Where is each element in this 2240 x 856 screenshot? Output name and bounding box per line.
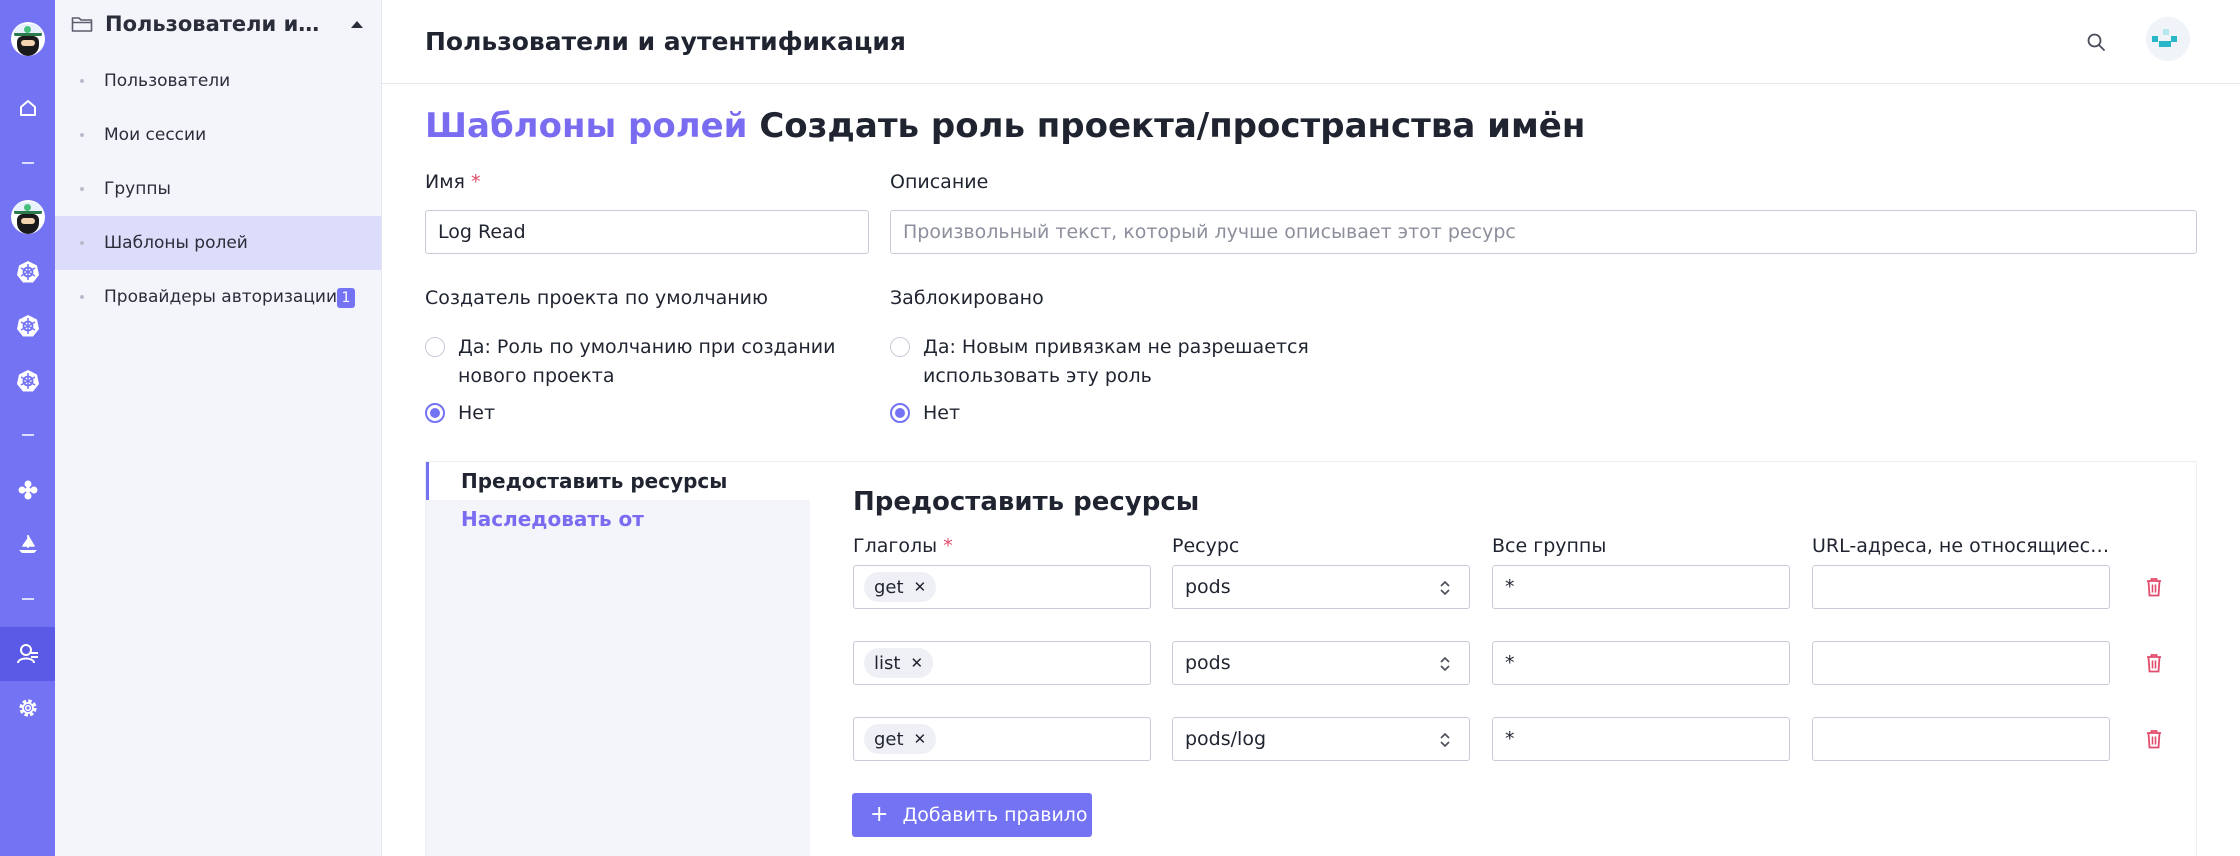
- icon-rail: [0, 0, 55, 856]
- sidebar-item-role-templates[interactable]: Шаблоны ролей: [55, 216, 381, 270]
- remove-tag-icon[interactable]: ✕: [910, 654, 923, 672]
- trash-icon[interactable]: [2141, 726, 2167, 752]
- verb-tag: get ✕: [864, 724, 937, 754]
- kubernetes-cluster-icon[interactable]: [0, 299, 55, 353]
- global-settings-icon[interactable]: [0, 681, 55, 735]
- side-nav-group-header[interactable]: Пользователи и аутентификация: [55, 0, 381, 48]
- bullet-icon: [80, 241, 84, 245]
- tab-inherit-from[interactable]: Наследовать от: [426, 500, 810, 538]
- api-group-input[interactable]: *: [1492, 717, 1790, 761]
- page-title: Шаблоны ролей Создать роль проекта/прост…: [425, 106, 1585, 146]
- description-input[interactable]: [890, 210, 2197, 254]
- folder-icon: [71, 17, 93, 32]
- radio-circle: [425, 337, 445, 357]
- extensions-icon[interactable]: [0, 463, 55, 517]
- kubernetes-cluster-icon[interactable]: [0, 354, 55, 408]
- select-arrows-icon: [1440, 656, 1450, 672]
- project-creator-default-label: Создатель проекта по умолчанию: [425, 287, 769, 309]
- kubernetes-cluster-icon[interactable]: [0, 245, 55, 299]
- project-creator-yes-radio[interactable]: Да: Роль по умолчанию при создании новог…: [425, 333, 845, 391]
- sidebar-item-my-sessions[interactable]: Мои сессии: [55, 108, 381, 162]
- add-rule-button[interactable]: + Добавить правило: [852, 793, 1092, 837]
- caret-up-icon: [351, 20, 363, 28]
- bullet-icon: [80, 295, 84, 299]
- locked-yes-radio[interactable]: Да: Новым привязкам не разрешается испол…: [890, 333, 1310, 391]
- user-avatar[interactable]: [2146, 17, 2190, 61]
- column-header-verbs: Глаголы *: [853, 535, 953, 557]
- project-creator-no-radio[interactable]: Нет: [425, 399, 495, 428]
- count-badge: 1: [337, 288, 355, 308]
- side-nav: Пользователи и аутентификация Пользовате…: [55, 0, 382, 856]
- sidebar-item-users[interactable]: Пользователи: [55, 54, 381, 108]
- local-cluster-icon[interactable]: [0, 190, 55, 244]
- name-input[interactable]: Log Read: [425, 210, 869, 254]
- non-resource-url-input[interactable]: [1812, 717, 2110, 761]
- section-title: Предоставить ресурсы: [853, 487, 1200, 517]
- rancher-logo-icon[interactable]: [0, 12, 55, 66]
- trash-icon[interactable]: [2141, 650, 2167, 676]
- description-label: Описание: [890, 171, 989, 193]
- select-arrows-icon: [1440, 580, 1450, 596]
- non-resource-url-input[interactable]: [1812, 565, 2110, 609]
- api-group-input[interactable]: *: [1492, 565, 1790, 609]
- tab-grant-resources[interactable]: Предоставить ресурсы: [426, 462, 810, 500]
- remove-tag-icon[interactable]: ✕: [914, 730, 927, 748]
- divider: [0, 572, 55, 626]
- bullet-icon: [80, 79, 84, 83]
- plus-icon: +: [870, 802, 889, 827]
- resource-select[interactable]: pods/log: [1172, 717, 1470, 761]
- sidebar-item-label: Мои сессии: [104, 125, 207, 145]
- sidebar-item-label: Шаблоны ролей: [104, 233, 248, 253]
- verb-tag: list ✕: [864, 648, 934, 678]
- divider: [0, 136, 55, 190]
- breadcrumb-role-templates[interactable]: Шаблоны ролей: [425, 106, 748, 146]
- sidebar-item-label: Пользователи: [104, 71, 231, 91]
- resource-select[interactable]: pods: [1172, 641, 1470, 685]
- tab-list: Предоставить ресурсы Наследовать от: [426, 462, 810, 856]
- radio-circle-selected: [890, 403, 910, 423]
- sidebar-item-auth-providers[interactable]: Провайдеры авторизации 1: [55, 270, 381, 324]
- tabbed-section: Предоставить ресурсы Наследовать от Пред…: [425, 461, 2197, 856]
- verbs-select[interactable]: list ✕: [853, 641, 1151, 685]
- side-nav-group-title: Пользователи и аутентификация: [105, 12, 325, 36]
- trash-icon[interactable]: [2141, 574, 2167, 600]
- radio-circle-selected: [425, 403, 445, 423]
- divider: [0, 408, 55, 462]
- resource-select[interactable]: pods: [1172, 565, 1470, 609]
- column-header-non-resource-urls: URL-адреса, не относящиеся к ресурсам: [1812, 535, 2110, 557]
- header-title: Пользователи и аутентификация: [425, 27, 906, 56]
- locked-label: Заблокировано: [890, 287, 1044, 309]
- radio-circle: [890, 337, 910, 357]
- top-header: Пользователи и аутентификация: [382, 0, 2240, 84]
- sidebar-item-label: Провайдеры авторизации: [104, 287, 337, 307]
- remove-tag-icon[interactable]: ✕: [914, 578, 927, 596]
- column-header-api-groups: Все группы: [1492, 535, 1607, 557]
- sidebar-item-label: Группы: [104, 179, 171, 199]
- fleet-icon[interactable]: [0, 517, 55, 571]
- locked-no-radio[interactable]: Нет: [890, 399, 960, 428]
- home-icon[interactable]: [0, 81, 55, 135]
- users-auth-icon[interactable]: [0, 627, 55, 681]
- verb-tag: get ✕: [864, 572, 937, 602]
- bullet-icon: [80, 133, 84, 137]
- api-group-input[interactable]: *: [1492, 641, 1790, 685]
- non-resource-url-input[interactable]: [1812, 641, 2110, 685]
- verbs-select[interactable]: get ✕: [853, 717, 1151, 761]
- page-title-text: Создать роль проекта/пространства имён: [759, 106, 1586, 146]
- select-arrows-icon: [1440, 732, 1450, 748]
- name-label: Имя *: [425, 171, 481, 193]
- bullet-icon: [80, 187, 84, 191]
- column-header-resource: Ресурс: [1172, 535, 1240, 557]
- verbs-select[interactable]: get ✕: [853, 565, 1151, 609]
- sidebar-item-groups[interactable]: Группы: [55, 162, 381, 216]
- search-icon[interactable]: [2076, 22, 2116, 62]
